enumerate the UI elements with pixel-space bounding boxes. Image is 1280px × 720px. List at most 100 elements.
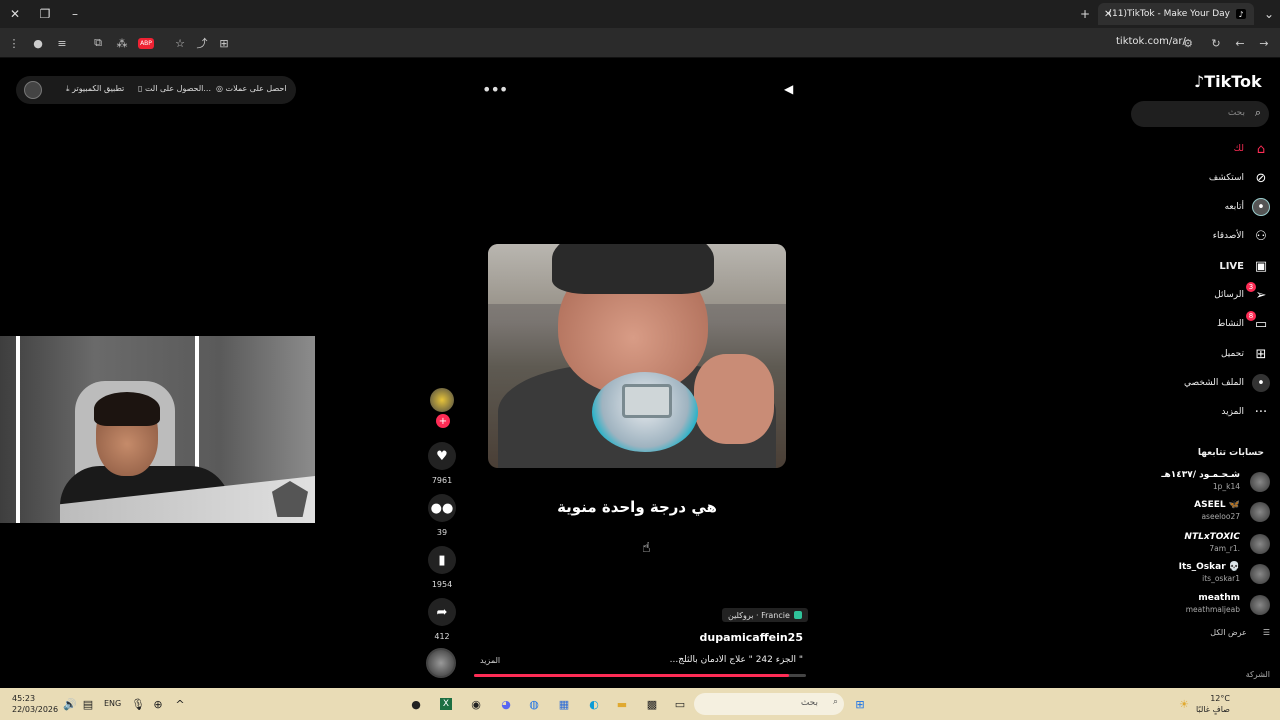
save-count: 1954: [431, 580, 453, 589]
back-icon[interactable]: ←: [1232, 35, 1248, 51]
location-chip[interactable]: Francie · بروكلين: [722, 608, 808, 622]
new-tab-icon[interactable]: +: [1070, 0, 1100, 28]
messages-badge: 3: [1246, 282, 1256, 292]
windows-start-icon[interactable]: ⊞: [852, 696, 868, 712]
video-description: " الجزء 242 " علاج الادمان بالثلج...: [669, 655, 803, 665]
tiktok-favicon-icon: ♪: [1236, 9, 1246, 19]
sidebar-item-for-you[interactable]: لك ⌂: [1120, 138, 1270, 160]
close-window-icon[interactable]: ✕: [0, 0, 30, 28]
taskbar-app-icon[interactable]: ▩: [644, 696, 660, 712]
location-icon: [793, 611, 802, 619]
following-account[interactable]: ASEEL 🦋 aseeloo27: [1120, 500, 1270, 526]
volume-icon[interactable]: ◀: [784, 82, 793, 96]
video-player[interactable]: [488, 244, 786, 468]
following-account[interactable]: NTLxTOXIC 7am_r1.: [1120, 532, 1270, 558]
video-progress-bar[interactable]: [474, 674, 806, 677]
sidebar-item-activity[interactable]: النشاط ▭ 8: [1120, 311, 1270, 335]
comment-button[interactable]: ●●: [428, 494, 456, 522]
share-icon[interactable]: ⤴: [194, 35, 210, 51]
microphone-icon[interactable]: 🎙: [130, 696, 146, 712]
site-settings-icon[interactable]: ⚙: [1180, 35, 1196, 51]
translate-icon[interactable]: ⁂: [114, 35, 130, 51]
like-button[interactable]: ♥: [428, 442, 456, 470]
tab-search-icon[interactable]: ⌄: [1254, 0, 1280, 28]
following-account[interactable]: شـحـمـود /١٤٣٧هـ 1p_k14: [1120, 470, 1270, 496]
sidebar-item-friends[interactable]: الأصدقاء ⚇: [1120, 225, 1270, 247]
playlist-icon[interactable]: ≡: [54, 35, 70, 51]
pc-app-link[interactable]: ⤓ تطبيق الكمبيوتر: [66, 84, 124, 94]
creator-avatar[interactable]: [430, 388, 454, 412]
forward-icon[interactable]: →: [1256, 35, 1272, 51]
sidebar-item-upload[interactable]: تحميل ⊞: [1120, 343, 1270, 365]
file-explorer-icon[interactable]: ▬: [614, 696, 630, 712]
sun-icon: ☀: [1179, 697, 1189, 711]
activity-badge: 8: [1246, 311, 1256, 321]
discord-icon[interactable]: ◕: [498, 696, 514, 712]
reload-icon[interactable]: ↻: [1208, 35, 1224, 51]
restore-window-icon[interactable]: ❐: [30, 0, 60, 28]
compass-icon: ⊘: [1255, 170, 1267, 186]
minimize-window-icon[interactable]: –: [60, 0, 90, 28]
menu-icon[interactable]: ⋮: [6, 35, 22, 51]
activity-icon: ▭ 8: [1246, 311, 1270, 333]
edge-icon[interactable]: ◐: [586, 696, 602, 712]
phone-icon: ▯: [138, 84, 145, 93]
install-app-icon[interactable]: ⊞: [216, 35, 232, 51]
clock[interactable]: 45:23 22/03/2026: [12, 693, 58, 715]
user-avatar[interactable]: [24, 81, 42, 99]
network-icon[interactable]: ▤: [80, 696, 96, 712]
share-button[interactable]: ➦: [428, 598, 456, 626]
tiktok-logo[interactable]: ♪TikTok: [1194, 72, 1262, 91]
show-hidden-icons-icon[interactable]: ^: [172, 696, 188, 712]
sidebar-item-messages[interactable]: الرسائل ➢ 3: [1120, 282, 1270, 306]
tab-tiktok[interactable]: ✕ (11)TikTok - Make Your Day ♪: [1098, 3, 1254, 25]
video-author[interactable]: dupamicaffein25: [640, 631, 803, 644]
taskbar-app-icon[interactable]: ◉: [468, 696, 484, 712]
tiktok-note-icon: ♪: [1194, 72, 1205, 91]
following-account[interactable]: meathm meathmaljeab: [1120, 593, 1270, 619]
bookmark-star-icon[interactable]: ☆: [172, 35, 188, 51]
search-input[interactable]: بحث ⌕: [1131, 101, 1269, 127]
follow-button[interactable]: +: [436, 414, 450, 428]
profile-icon[interactable]: ●: [30, 35, 46, 51]
close-tab-icon[interactable]: ✕: [1104, 9, 1112, 20]
sidebar-item-profile[interactable]: الملف الشخصي •: [1120, 372, 1270, 394]
friends-icon: ⚇: [1255, 228, 1267, 244]
chrome-icon[interactable]: ◍: [526, 696, 542, 712]
os-taskbar: 45:23 22/03/2026 🔊 ▤ ENG 🎙 ⊕ ^ ● X ◉ ◕ ◍ …: [0, 688, 1280, 720]
app-tray-icon[interactable]: ⊕: [150, 696, 166, 712]
store-icon[interactable]: ▦: [556, 696, 572, 712]
taskbar-app-icon[interactable]: ▭: [672, 696, 688, 712]
weather-widget[interactable]: 12°C صافٍ غالبًا: [1196, 693, 1230, 715]
company-link[interactable]: الشركة: [1246, 670, 1270, 679]
sidebar-item-live[interactable]: LIVE ▣: [1120, 255, 1270, 277]
sidebar-item-more[interactable]: المزيد ···: [1120, 401, 1270, 423]
speaker-icon[interactable]: 🔊: [62, 696, 78, 712]
following-accounts-title: حسابات تتابعها: [1197, 448, 1264, 458]
music-disc-icon[interactable]: [426, 648, 456, 678]
adblock-icon[interactable]: ABP: [138, 35, 154, 51]
video-caption: هي درجة واحدة منوية: [557, 498, 717, 516]
excel-icon[interactable]: X: [438, 696, 454, 712]
following-icon: •: [1252, 198, 1270, 216]
sidebar-item-explore[interactable]: استكشف ⊘: [1120, 167, 1270, 189]
taskbar-app-icon[interactable]: ●: [408, 696, 424, 712]
address-bar: ⋮ ● ≡ ⧉ ⁂ ABP ☆ ⤴ ⊞ tiktok.com/ar/ ⚙ ↻ ←…: [0, 28, 1280, 58]
extensions-icon[interactable]: ⧉: [90, 35, 106, 51]
language-indicator[interactable]: ENG: [104, 699, 121, 708]
coin-icon: ◎: [216, 84, 226, 93]
see-more-link[interactable]: المزيد: [480, 656, 500, 665]
top-action-bar: ⤓ تطبيق الكمبيوتر ▯ الحصول على الت... ◎ …: [16, 76, 296, 104]
following-account[interactable]: Its_Oskar 💀 its_oskar1: [1120, 562, 1270, 588]
comment-icon: ●●: [430, 500, 454, 516]
taskbar-search-input[interactable]: بحث ⌕: [694, 693, 844, 715]
more-icon: ···: [1254, 404, 1268, 420]
see-all-link[interactable]: عرض الكل ☰: [1120, 628, 1270, 637]
url-field[interactable]: tiktok.com/ar/: [1116, 36, 1186, 47]
video-options-icon[interactable]: •••: [482, 80, 508, 99]
get-app-link[interactable]: ▯ الحصول على الت...: [138, 84, 211, 93]
sidebar-item-following[interactable]: أتابعه •: [1120, 196, 1270, 218]
bookmark-icon: ▮: [438, 552, 446, 568]
save-button[interactable]: ▮: [428, 546, 456, 574]
get-coins-link[interactable]: ◎ احصل على عملات: [216, 84, 287, 93]
